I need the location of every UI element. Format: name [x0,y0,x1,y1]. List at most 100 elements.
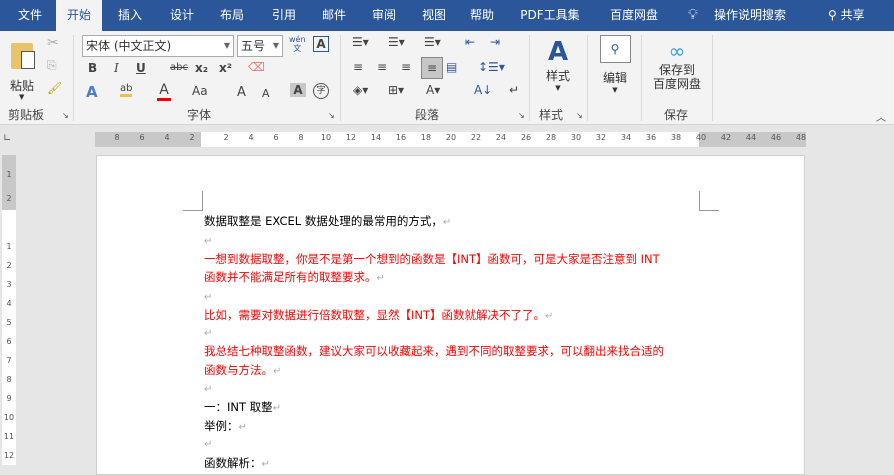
paragraph-line: ↵ [204,289,212,303]
cut-icon[interactable]: ✂ [47,35,59,51]
increase-indent-icon[interactable]: ⇥ [490,35,500,49]
clipboard-icon [11,43,35,69]
tab-5[interactable]: 引用 [262,0,306,31]
tab-0[interactable]: 文件 [8,0,52,31]
sort-icon[interactable]: A↓ [474,83,492,97]
horizontal-ruler[interactable]: 8 6 4 2 2 4 6 8 10 12 14 16 18 20 22 24 26 28 30 32 34 36 38 40… [95,132,806,147]
bullets-icon[interactable]: ☰▾ [352,35,369,49]
distributed-icon[interactable]: ▤ [446,60,457,74]
styles-icon: A [547,37,569,67]
justify-icon[interactable]: ≡ [421,57,443,79]
save-to-baidu-button[interactable]: ∞ 保存到 百度网盘 [648,39,706,91]
ruler-number: 12 [3,451,15,460]
tab-1[interactable]: 开始 [56,0,102,31]
collapse-ribbon-icon[interactable]: ︿ [876,109,886,124]
ruler-number: 10 [3,413,15,422]
ruler-number: 4 [164,133,170,142]
character-shading-button[interactable]: A [290,83,306,97]
styles-button[interactable]: A 样式 ▼ [540,37,576,97]
phonetic-guide-icon[interactable]: wén 文 [289,35,306,53]
paragraph-mark: ↵ [204,439,213,450]
tab-9[interactable]: 帮助 [460,0,504,31]
tab-6[interactable]: 邮件 [312,0,356,31]
dialog-launcher-icon[interactable]: ↘ [62,111,69,120]
dialog-launcher-icon[interactable]: ↘ [518,111,525,120]
shrink-font-button[interactable]: A [262,87,270,100]
search-icon: ⚲ [599,35,631,63]
paragraph-line: ↵ [204,381,212,395]
paragraph-mark: ↵ [204,384,213,395]
tab-2[interactable]: 插入 [108,0,152,31]
ruler-number: 4 [248,133,254,142]
align-center-icon[interactable]: ≡ [377,60,387,74]
numbering-icon[interactable]: ☰▾ [388,35,405,49]
tab-selector[interactable]: ∟ [3,133,11,144]
ruler-number: 5 [6,318,12,327]
chinese-layout-icon[interactable]: A▾ [426,83,440,97]
bold-button[interactable]: B [88,61,97,75]
ruler-number: 8 [6,375,12,384]
vertical-ruler[interactable]: 1 2 1 2 3 4 5 6 7 8 9 10 11 12 [2,155,16,465]
decrease-indent-icon[interactable]: ⇤ [465,35,475,49]
ruler-number: 28 [545,133,557,142]
paragraph-line: ↵ [204,233,212,247]
underline-button[interactable]: U [136,61,146,75]
tab-10[interactable]: PDF工具集 [510,0,590,31]
italic-button[interactable]: I [114,61,119,75]
tab-3[interactable]: 设计 [160,0,204,31]
paste-button[interactable]: 粘贴 ▼ [8,39,40,101]
line-text: 函数与方法。 [204,363,273,377]
ruler-number: 4 [6,299,12,308]
save-group-label: 保存 [664,108,689,122]
tell-me-search[interactable]: 操作说明搜索 [714,0,786,31]
tab-7[interactable]: 审阅 [362,0,406,31]
show-marks-icon[interactable]: ↵ [509,83,519,97]
line-text: 函数并不能满足所有的取整要求。 [204,270,377,284]
copy-icon[interactable]: ⎘ [47,58,57,73]
paragraph-mark: ↵ [204,236,213,247]
character-border-icon[interactable]: A [313,36,329,52]
multilevel-list-icon[interactable]: ☰▾ [424,35,441,49]
ruler-number: 8 [298,133,304,142]
font-color-icon[interactable]: A [157,82,171,101]
change-case-button[interactable]: Aa [192,84,208,98]
editing-button[interactable]: ⚲ 编辑 ▼ [597,35,633,99]
tab-8[interactable]: 视图 [412,0,456,31]
tab-4[interactable]: 布局 [210,0,254,31]
strikethrough-button[interactable]: abc [170,62,188,73]
document-page[interactable]: 数据取整是 EXCEL 数据处理的最常用的方式，↵ ↵ 一想到数据取整，你是不是第一… [96,155,805,475]
dialog-launcher-icon[interactable]: ↘ [576,111,583,120]
borders-icon[interactable]: ⊞▾ [388,83,404,97]
font-size-select[interactable]: 五号 ▼ [237,35,283,57]
ruler-number: 2 [189,133,195,142]
line-text: 函数解析： [204,456,262,470]
font-name-select[interactable]: 宋体 (中文正文) ▼ [82,35,234,57]
highlight-icon[interactable]: ab [120,83,133,97]
shading-icon[interactable]: ◈▾ [353,83,368,97]
ruler-number: 24 [495,133,507,142]
share-button[interactable]: ⚲ 共享 [828,0,865,31]
dialog-launcher-icon[interactable]: ↘ [328,111,335,120]
save-label-2: 百度网盘 [652,77,701,91]
paragraph-mark: ↵ [238,422,247,433]
share-label: 共享 [840,8,865,22]
enclose-characters-button[interactable]: 字 [313,83,329,99]
ruler-number: 30 [570,133,582,142]
ruler-number: 6 [139,133,145,142]
format-painter-icon[interactable]: 🖌︎ [47,81,62,95]
text-effects-icon[interactable]: A [86,83,98,101]
grow-font-button[interactable]: A [237,85,246,100]
ruler-number: 36 [645,133,657,142]
paragraph-line: 函数与方法。↵ [204,362,281,378]
line-spacing-icon[interactable]: ↕☰▾ [478,60,505,74]
paragraph-mark: ↵ [204,328,213,339]
clear-formatting-icon[interactable]: ⌫ [248,60,265,74]
ruler-number: 34 [620,133,632,142]
tab-11[interactable]: 百度网盘 [596,0,672,31]
person-icon: ⚲ [828,8,841,22]
superscript-button[interactable]: x² [219,61,232,75]
align-left-icon[interactable]: ≡ [353,60,363,74]
subscript-button[interactable]: x₂ [195,61,208,75]
align-right-icon[interactable]: ≡ [401,60,411,74]
paragraph-line: 举例：↵ [204,418,247,434]
